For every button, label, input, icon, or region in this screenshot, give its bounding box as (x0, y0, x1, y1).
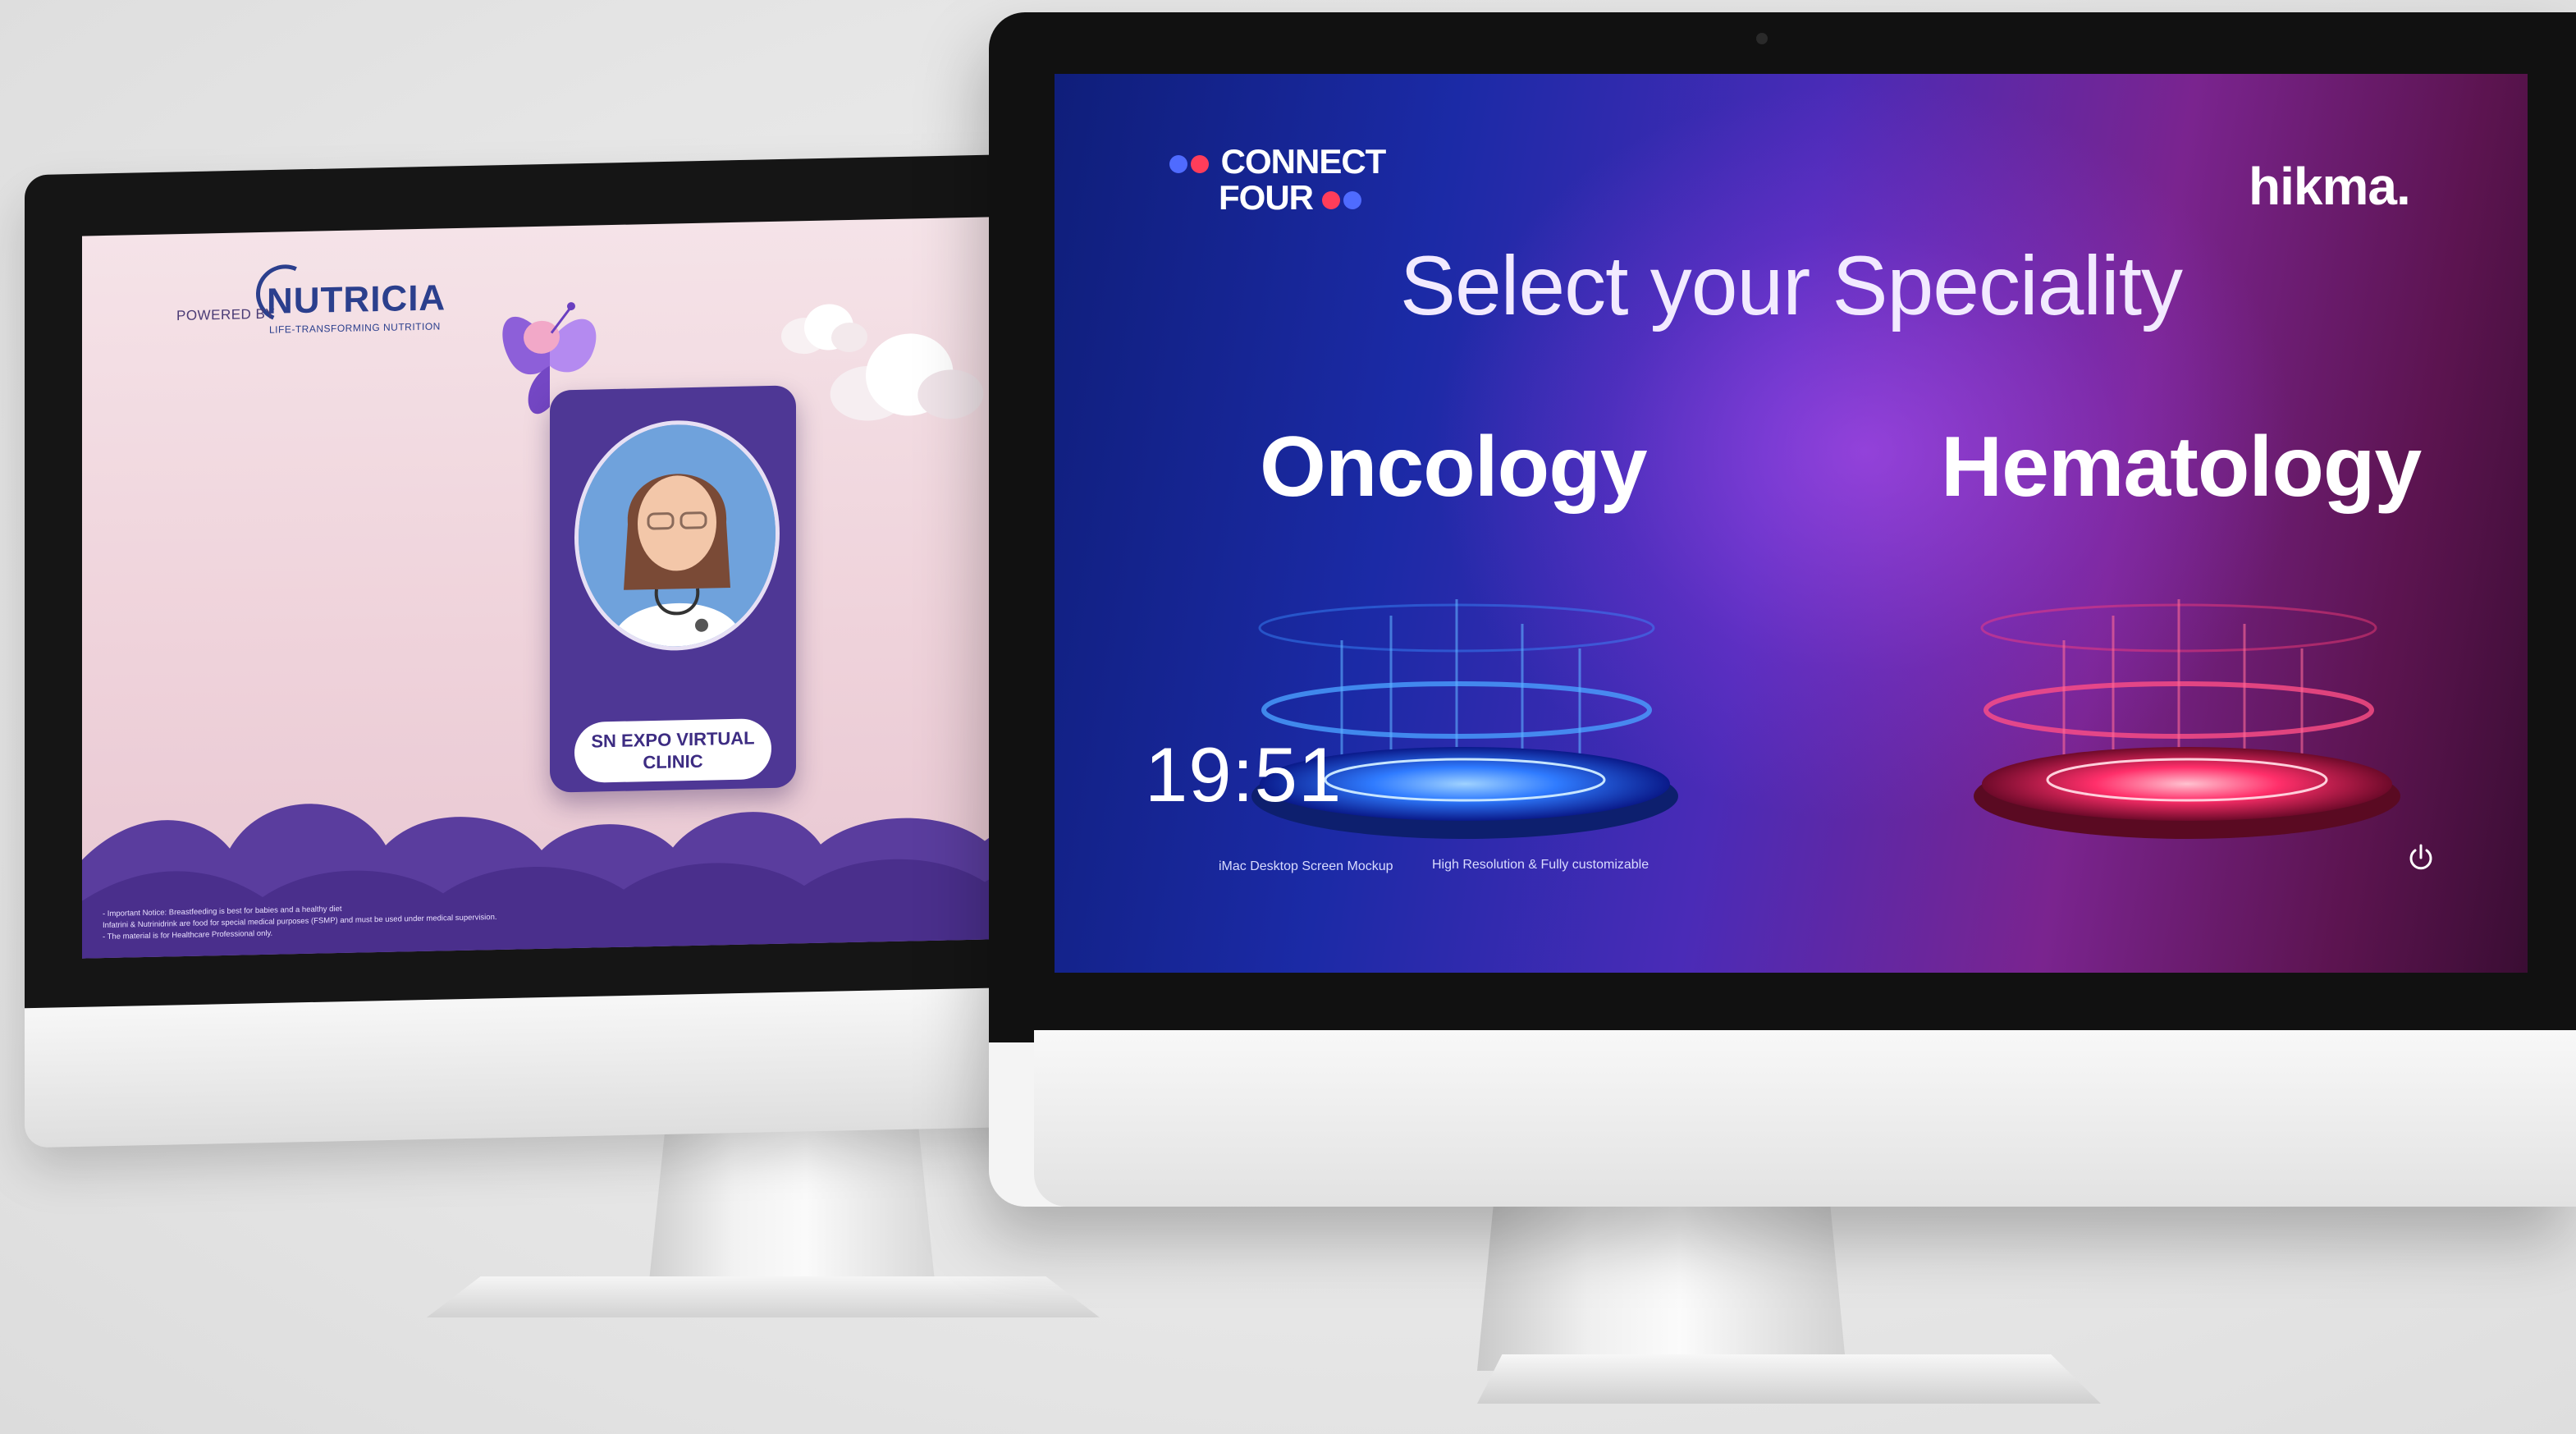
left-screen: POWERED BY NUTRICIA LIFE-TRANSFORMING NU… (82, 215, 1067, 959)
left-imac-chin (25, 986, 1067, 1148)
left-imac-stand (648, 1125, 936, 1289)
hikma-logo: hikma. (2249, 157, 2411, 216)
logo-line-2: FOUR (1219, 178, 1314, 217)
hematology-hologram-pad-icon[interactable] (1949, 534, 2409, 862)
nutricia-logo: NUTRICIA (267, 277, 446, 322)
connect-four-logo: CONNECT FOUR (1120, 142, 1387, 217)
right-imac-chin (1034, 1030, 2576, 1207)
logo-line-1: CONNECT (1220, 142, 1387, 181)
right-imac-stand-base (1477, 1354, 2101, 1404)
hematology-option[interactable]: Hematology (1941, 419, 2422, 516)
logo-dot-blue-icon (1169, 154, 1187, 173)
clock: 19:51 (1145, 731, 1343, 818)
right-imac-stand (1477, 1182, 1846, 1371)
footer-right-text: High Resolution & Fully customizable (1432, 858, 1649, 872)
page-title: Select your Speciality (1399, 239, 2183, 332)
oncology-option[interactable]: Oncology (1260, 419, 1648, 516)
doctor-illustration-icon (579, 422, 776, 648)
power-icon[interactable] (2404, 841, 2437, 874)
right-screen: CONNECT FOUR hikma. Select your Speciali… (1055, 74, 2528, 973)
footer-left-text: iMac Desktop Screen Mockup (1219, 859, 1393, 873)
powered-by-label: POWERED BY (176, 305, 276, 324)
logo-dot-blue-icon (1343, 190, 1361, 209)
paper-cloud-large-icon (830, 333, 984, 421)
nutricia-tagline: LIFE-TRANSFORMING NUTRITION (269, 320, 441, 336)
logo-dot-red-icon (1321, 190, 1340, 209)
logo-dot-red-icon (1191, 154, 1209, 173)
left-imac-stand-base (427, 1276, 1100, 1317)
camera-icon (1756, 33, 1768, 44)
